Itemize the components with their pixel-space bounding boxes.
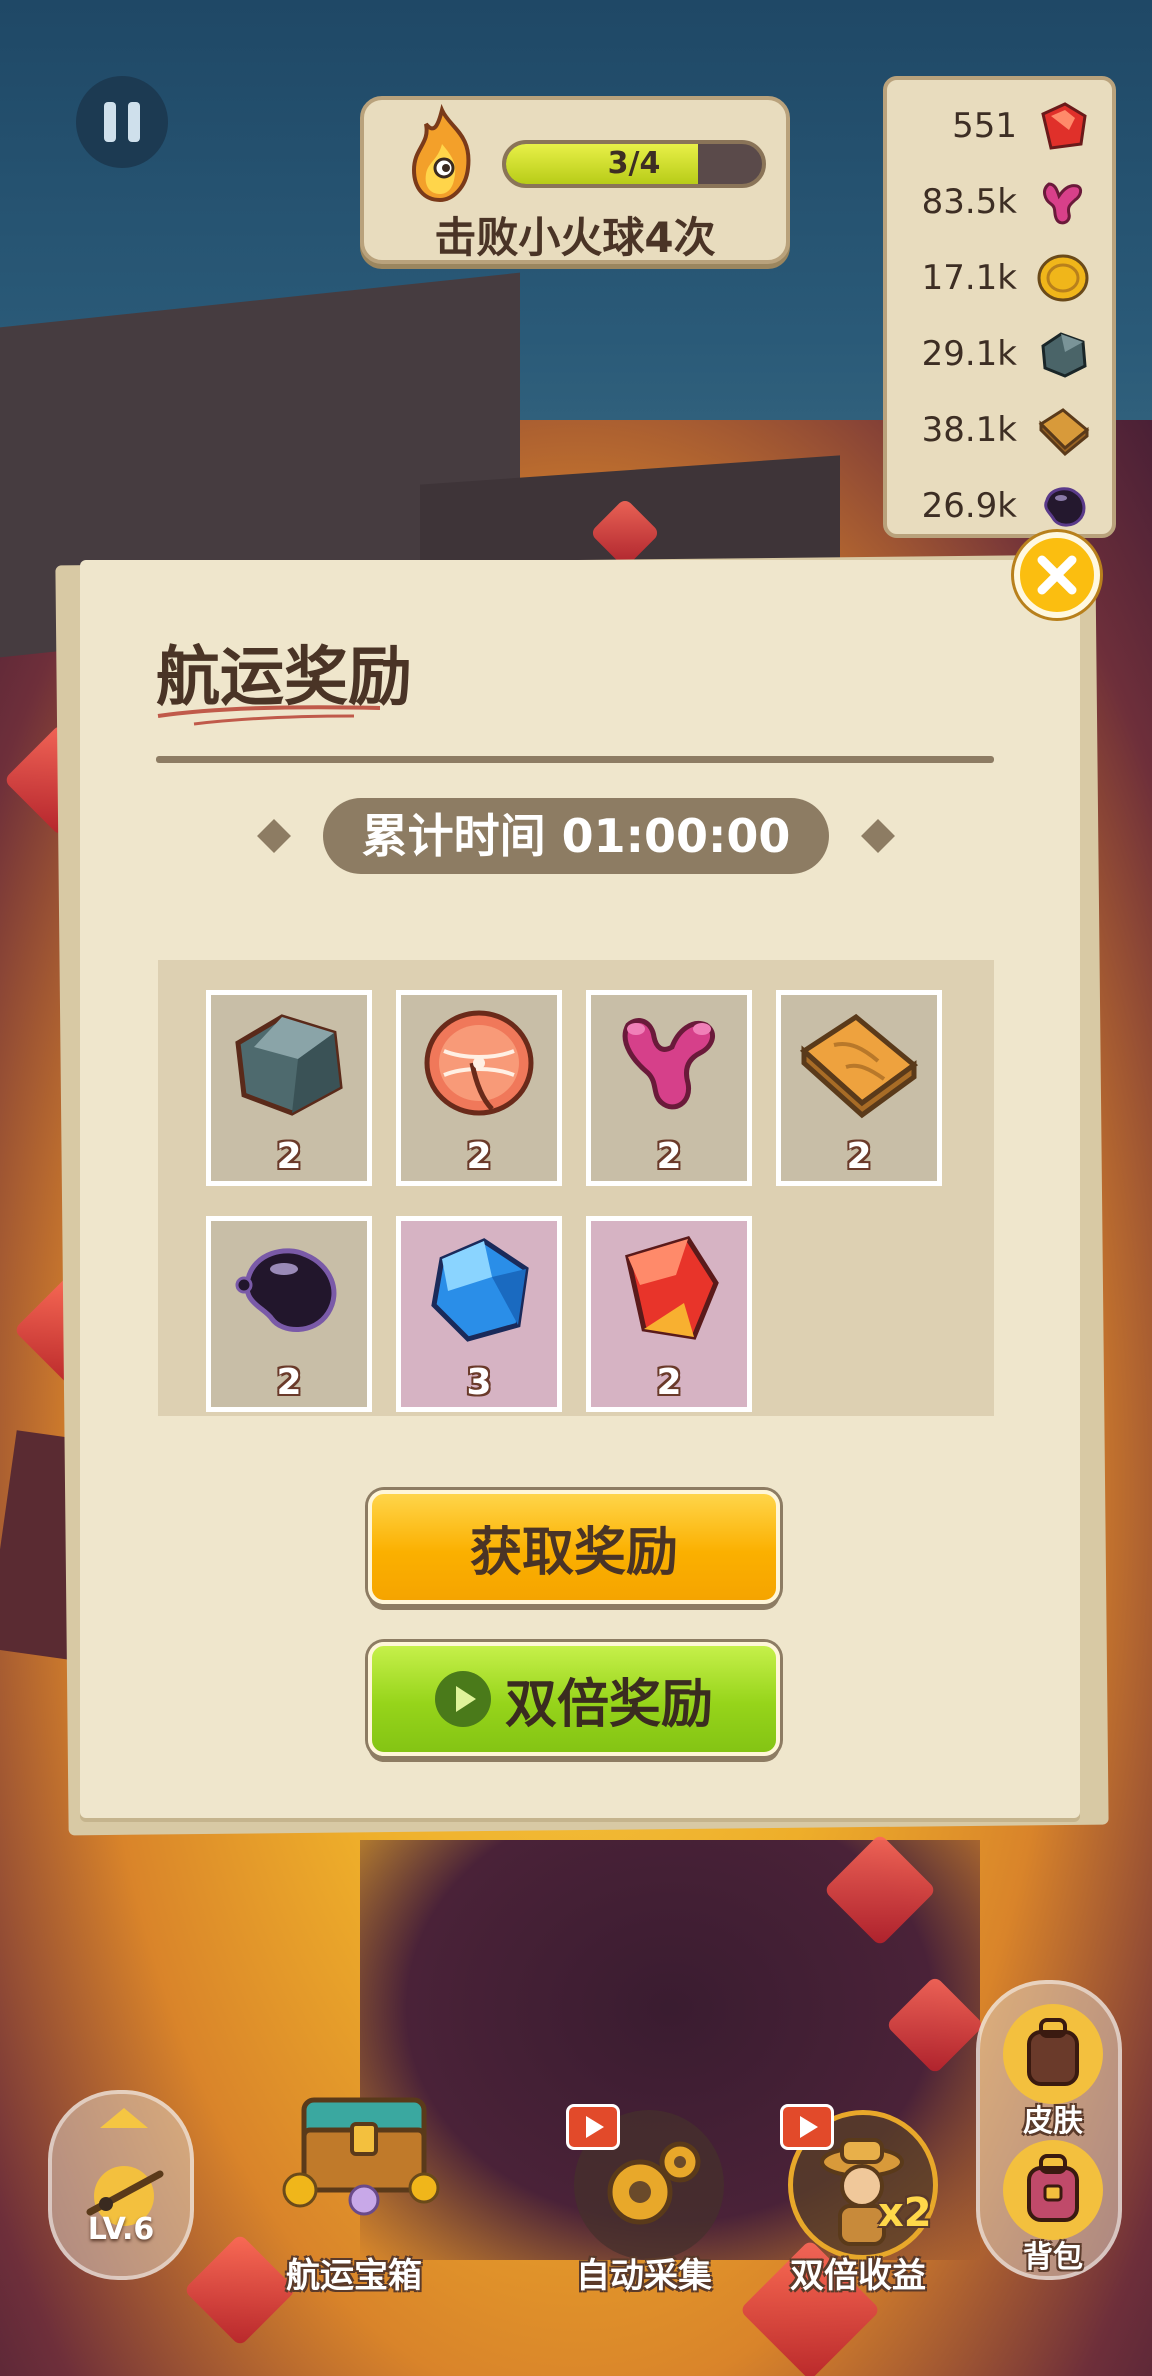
stone-icon: [1041, 332, 1087, 378]
reward-slot[interactable]: 2: [586, 990, 752, 1186]
reward-slot[interactable]: 3: [396, 1216, 562, 1412]
reward-count: 2: [846, 1136, 872, 1177]
title-underline-swoosh: [157, 705, 381, 726]
resource-value: 551: [952, 106, 1017, 146]
fishing-level-button[interactable]: LV.6: [48, 2090, 194, 2280]
video-play-icon: [434, 1671, 491, 1727]
resource-row: 38.1k: [887, 398, 1112, 462]
backpack-icon: [1027, 2154, 1079, 2222]
reward-count: 2: [656, 1362, 682, 1403]
video-ad-icon: [780, 2104, 834, 2150]
shipping-chest-label: 航运宝箱: [286, 2256, 422, 2296]
video-ad-icon: [566, 2104, 620, 2150]
reward-slot[interactable]: 2: [206, 1216, 372, 1412]
double-reward-label: 双倍奖励: [504, 1674, 713, 1735]
reward-count: 2: [276, 1362, 302, 1403]
resource-row: 29.1k: [887, 322, 1112, 386]
quest-tracker[interactable]: 3/4 击败小火球4次: [360, 96, 790, 264]
level-label: LV.6: [87, 2212, 155, 2247]
close-dialog-button[interactable]: [1014, 532, 1100, 618]
coral-icon: [1043, 182, 1083, 225]
side-menu: 皮肤 背包: [976, 1980, 1122, 2280]
quest-progress-bar: 3/4: [502, 140, 766, 188]
reward-count: 3: [466, 1362, 492, 1403]
diamond-ornament: [861, 819, 895, 853]
skin-button[interactable]: 皮肤: [993, 2004, 1113, 2139]
red-crystal-icon: [625, 1236, 719, 1340]
x2-badge: x2: [878, 2190, 932, 2236]
resource-value: 26.9k: [921, 486, 1017, 526]
resource-value: 29.1k: [921, 334, 1017, 374]
resource-panel: 551 83.5k 17.1k 29.1k 38.1k 26.9k: [883, 76, 1116, 538]
backpack-skin-icon: [1027, 2018, 1079, 2086]
auto-collect-button[interactable]: 自动采集: [544, 2090, 744, 2296]
quest-progress-text: 3/4: [607, 146, 661, 181]
resource-value: 38.1k: [921, 410, 1017, 450]
resource-row: 551: [887, 94, 1112, 158]
reward-slot[interactable]: 2: [206, 990, 372, 1186]
fireball-icon: [411, 104, 471, 203]
backpack-label: 背包: [1023, 2240, 1083, 2275]
claim-reward-label: 获取奖励: [469, 1522, 678, 1583]
reward-slot[interactable]: 2: [586, 1216, 752, 1412]
backpack-button[interactable]: 背包: [993, 2140, 1113, 2275]
resource-row: 17.1k: [887, 246, 1112, 310]
reward-count: 2: [466, 1136, 492, 1177]
coral-icon: [622, 1018, 716, 1110]
shipping-chest-button[interactable]: 航运宝箱: [254, 2090, 454, 2296]
gold-coin-icon: [1037, 254, 1089, 302]
claim-reward-button[interactable]: 获取奖励: [368, 1490, 780, 1604]
wood-plank-icon: [1038, 408, 1090, 456]
oil-icon: [1044, 487, 1086, 527]
pause-icon: [104, 102, 116, 142]
red-gem-icon: [1041, 102, 1087, 150]
resource-value: 83.5k: [921, 182, 1017, 222]
treasure-chest-icon: [282, 2097, 440, 2216]
reward-count: 2: [276, 1136, 302, 1177]
shipping-reward-dialog: 航运奖励 累计时间 01:00:00 2 2 2 2 2 3 2 获取奖励 双倍…: [80, 560, 1080, 1818]
reward-grid: 2 2 2 2 2 3 2: [158, 960, 994, 1416]
diamond-ornament: [257, 819, 291, 853]
upgrade-arrow-icon: [100, 2108, 148, 2128]
resource-value: 17.1k: [921, 258, 1017, 298]
wood-plank-icon: [799, 1013, 919, 1119]
resource-row: 83.5k: [887, 170, 1112, 234]
auto-collect-label: 自动采集: [576, 2256, 712, 2296]
reward-slot[interactable]: 2: [396, 990, 562, 1186]
oil-icon: [235, 1248, 337, 1332]
accumulated-time: 累计时间 01:00:00: [323, 798, 829, 874]
pause-icon: [128, 102, 140, 142]
stone-icon: [235, 1014, 343, 1116]
salmon-steak-icon: [424, 1010, 534, 1116]
reward-slot[interactable]: 2: [776, 990, 942, 1186]
title-divider: [156, 756, 994, 763]
quest-label: 击败小火球4次: [434, 213, 716, 262]
timer-row: 累计时间 01:00:00: [80, 798, 1080, 874]
blue-crystal-icon: [431, 1238, 529, 1342]
double-reward-button[interactable]: 双倍奖励: [368, 1642, 780, 1756]
skin-label: 皮肤: [1023, 2104, 1083, 2139]
close-icon: [1037, 555, 1077, 595]
resource-row: 26.9k: [887, 474, 1112, 538]
reward-count: 2: [656, 1136, 682, 1177]
double-income-button[interactable]: x2 双倍收益: [758, 2090, 958, 2296]
double-income-label: 双倍收益: [790, 2256, 926, 2296]
pause-button[interactable]: [76, 76, 168, 168]
